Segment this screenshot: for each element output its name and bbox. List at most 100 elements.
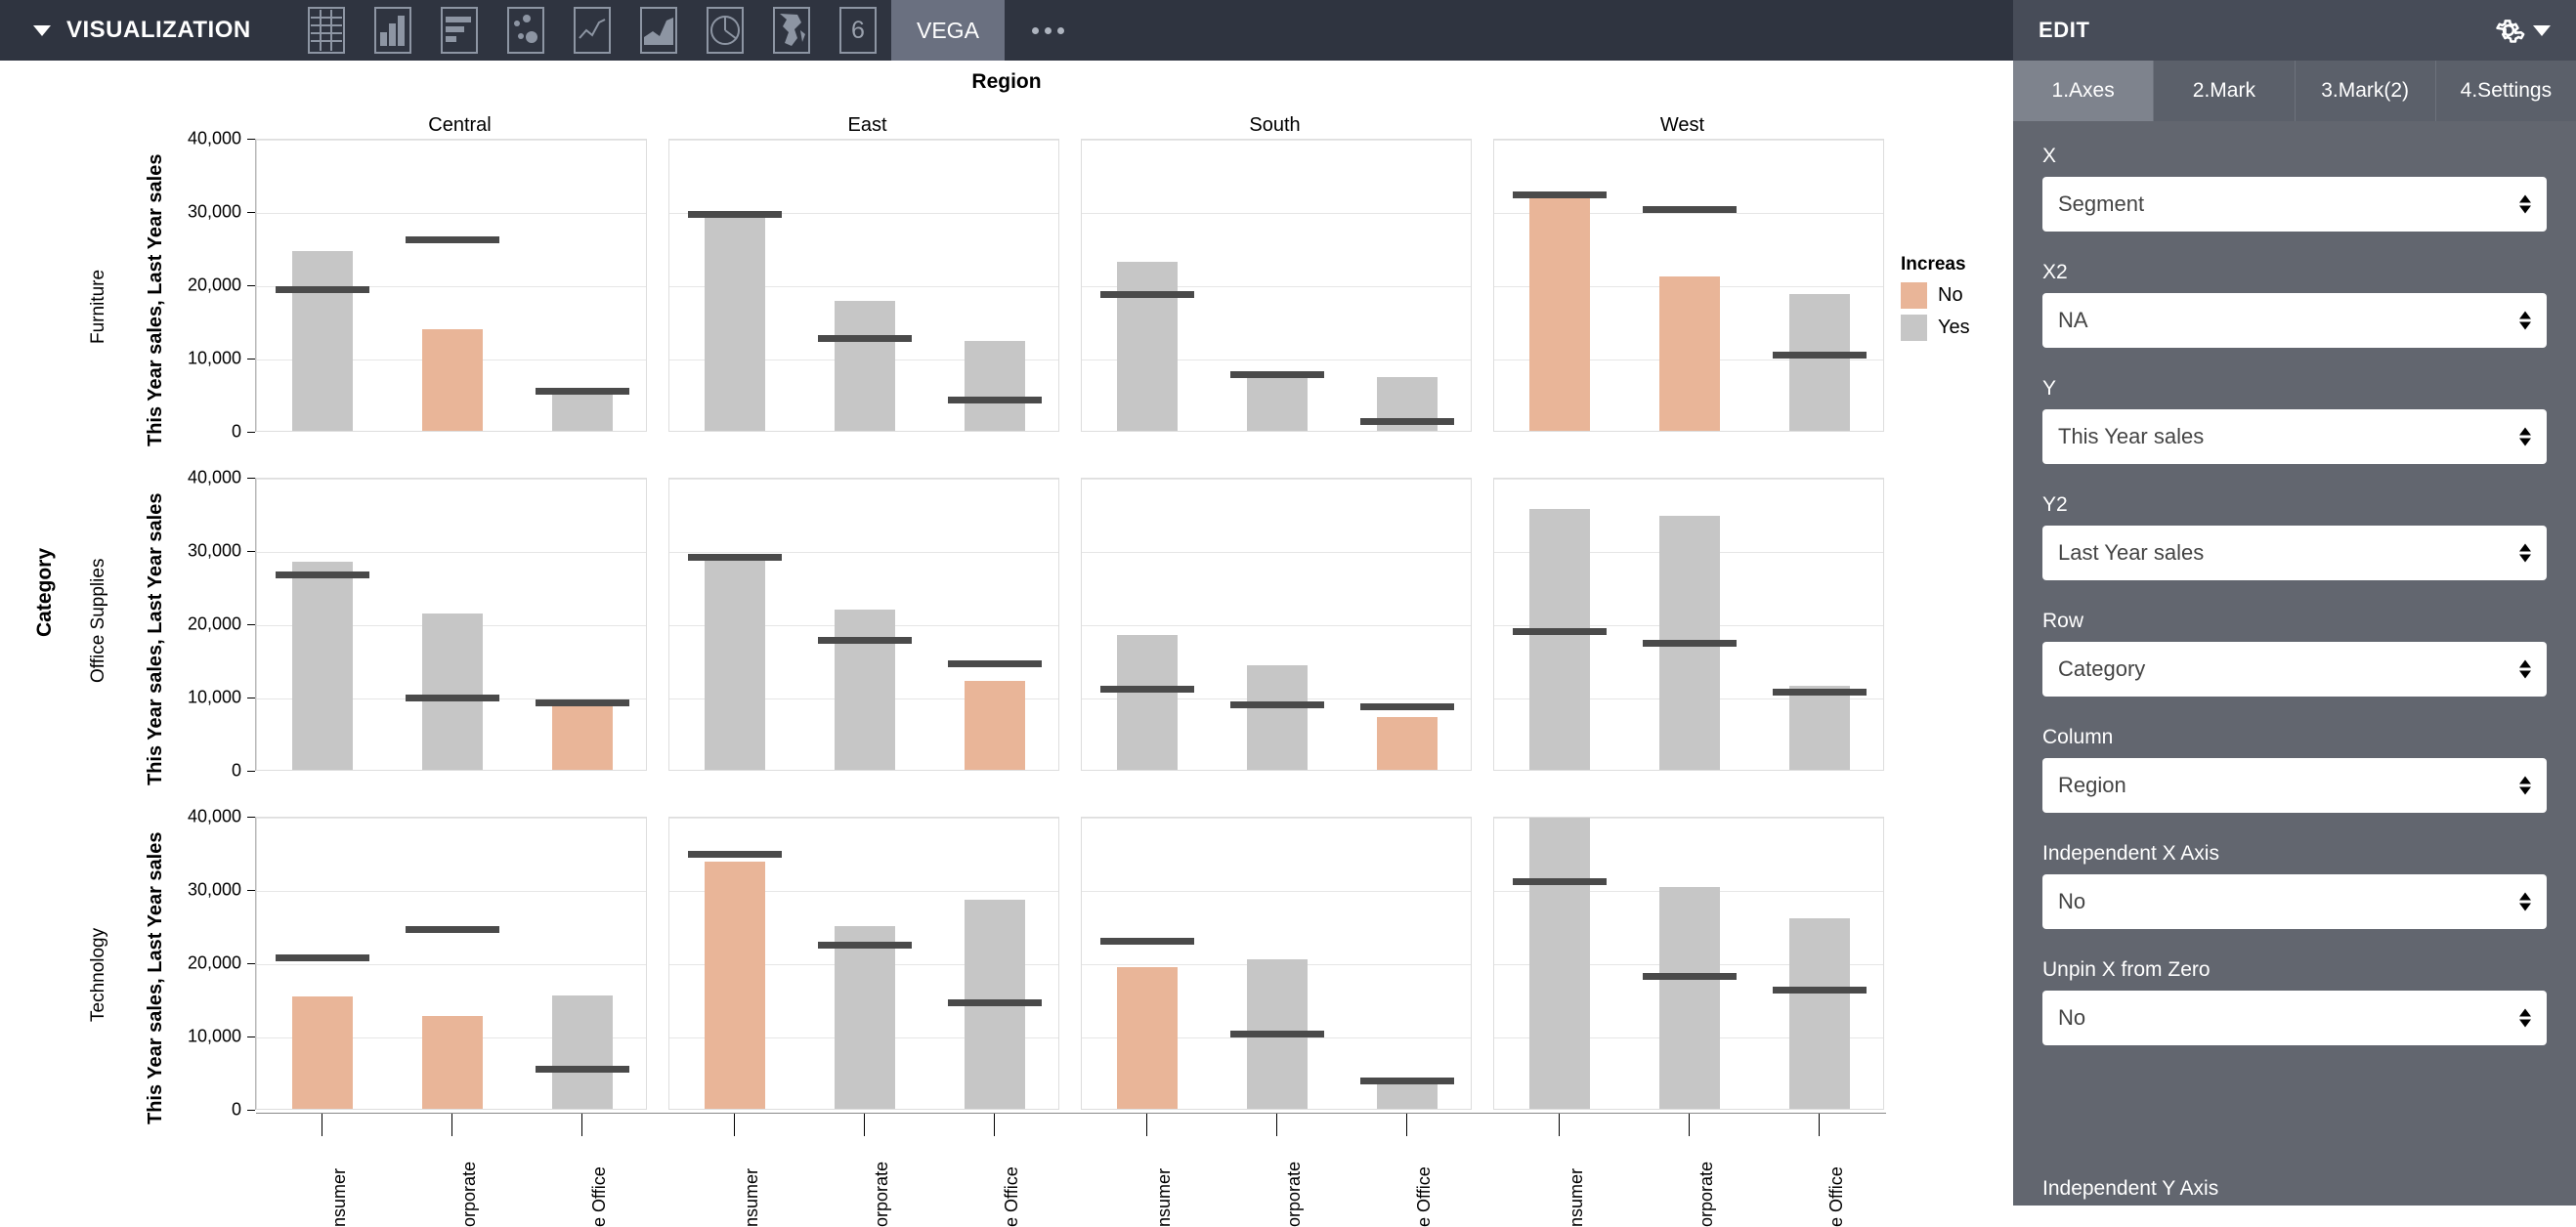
line-chart-icon[interactable] [559, 0, 625, 61]
bar-mark[interactable] [704, 214, 765, 431]
bar-mark[interactable] [1659, 886, 1720, 1109]
edit-tab-4settings[interactable]: 4.Settings [2436, 61, 2576, 121]
edit-tab-2mark[interactable]: 2.Mark [2154, 61, 2296, 121]
rule-mark[interactable] [1773, 351, 1868, 359]
rule-mark[interactable] [1230, 1031, 1324, 1038]
bar-mark[interactable] [1247, 664, 1308, 770]
rule-mark[interactable] [687, 210, 782, 218]
rule-mark[interactable] [818, 941, 912, 949]
bar-mark[interactable] [1789, 685, 1851, 770]
area-chart-icon[interactable] [625, 0, 692, 61]
rule-mark[interactable] [1099, 686, 1194, 694]
select-y2[interactable]: Last Year sales [2042, 526, 2547, 580]
rule-mark[interactable] [1360, 1078, 1455, 1085]
scatter-plot-icon[interactable] [493, 0, 559, 61]
horizontal-bar-chart-icon[interactable] [426, 0, 493, 61]
bar-mark[interactable] [704, 556, 765, 770]
bar-mark[interactable] [422, 1015, 483, 1109]
bar-mark[interactable] [291, 251, 353, 431]
legend-item[interactable]: Yes [1901, 315, 2013, 341]
rule-mark[interactable] [275, 286, 369, 293]
edit-tab-1axes[interactable]: 1.Axes [2013, 61, 2155, 121]
bar-mark[interactable] [1116, 635, 1178, 770]
rule-mark[interactable] [948, 397, 1043, 404]
visualization-collapse-toggle[interactable]: VISUALIZATION [0, 0, 293, 61]
bar-mark[interactable] [1789, 918, 1851, 1109]
rule-mark[interactable] [536, 698, 630, 706]
rule-mark[interactable] [1230, 371, 1324, 378]
bar-mark[interactable] [835, 300, 895, 431]
edit-tab-3mark2[interactable]: 3.Mark(2) [2296, 61, 2436, 121]
rule-mark[interactable] [275, 953, 369, 961]
bar-mark[interactable] [552, 701, 614, 770]
rule-mark[interactable] [406, 695, 499, 702]
bar-mark[interactable] [1528, 818, 1590, 1109]
rule-mark[interactable] [536, 1065, 630, 1073]
bar-mark[interactable] [835, 609, 895, 770]
select-independent-x-axis[interactable]: No [2042, 874, 2547, 929]
pie-chart-icon[interactable] [692, 0, 758, 61]
rule-mark[interactable] [1512, 628, 1607, 635]
rule-mark[interactable] [818, 637, 912, 644]
bar-mark[interactable] [1377, 717, 1438, 770]
x-axis-tick-mark [1689, 1113, 1690, 1136]
rule-mark[interactable] [1643, 973, 1737, 980]
select-unpin-x-from-zero[interactable]: No [2042, 991, 2547, 1045]
select-x[interactable]: Segment [2042, 177, 2547, 232]
bar-mark[interactable] [291, 995, 353, 1109]
select-row[interactable]: Category [2042, 642, 2547, 697]
select-y[interactable]: This Year sales [2042, 409, 2547, 464]
bar-mark[interactable] [1789, 293, 1851, 431]
bar-mark[interactable] [552, 994, 614, 1109]
select-value: Segment [2058, 191, 2145, 216]
rule-mark[interactable] [406, 236, 499, 243]
rule-mark[interactable] [687, 850, 782, 858]
rule-mark[interactable] [1099, 291, 1194, 299]
select-x2[interactable]: NA [2042, 293, 2547, 348]
rule-mark[interactable] [687, 553, 782, 561]
rule-mark[interactable] [1512, 877, 1607, 885]
rule-mark[interactable] [275, 571, 369, 578]
bar-mark[interactable] [422, 613, 483, 770]
table-icon[interactable] [293, 0, 360, 61]
more-options-icon[interactable] [1005, 0, 1093, 61]
map-icon[interactable] [758, 0, 825, 61]
six-icon[interactable]: 6 [825, 0, 891, 61]
bar-mark[interactable] [291, 562, 353, 770]
bar-mark[interactable] [1116, 261, 1178, 431]
bar-mark[interactable] [1528, 509, 1590, 770]
rule-mark[interactable] [1773, 688, 1868, 696]
rule-mark[interactable] [1512, 191, 1607, 199]
rule-mark[interactable] [948, 660, 1043, 667]
bar-mark[interactable] [1528, 196, 1590, 431]
y-axis-tick-label: 40,000 [187, 128, 241, 148]
bar-mark[interactable] [1247, 374, 1308, 431]
rule-mark[interactable] [1099, 938, 1194, 945]
settings-menu-button[interactable] [2492, 14, 2551, 47]
rule-mark[interactable] [1360, 418, 1455, 425]
rule-mark[interactable] [1643, 206, 1737, 214]
rule-mark[interactable] [948, 999, 1043, 1006]
bar-mark[interactable] [1116, 966, 1178, 1109]
bar-chart-icon[interactable] [360, 0, 426, 61]
bar-mark[interactable] [704, 862, 765, 1109]
chevron-down-icon [33, 24, 51, 36]
rule-mark[interactable] [1360, 703, 1455, 711]
rule-mark[interactable] [406, 926, 499, 933]
bar-mark[interactable] [422, 328, 483, 431]
bar-mark[interactable] [835, 926, 895, 1109]
bar-mark[interactable] [965, 340, 1026, 431]
bar-mark[interactable] [1659, 275, 1720, 431]
updown-arrows-icon [2519, 892, 2531, 911]
bar-mark[interactable] [965, 681, 1026, 770]
chevron-down-icon [2533, 24, 2551, 36]
rule-mark[interactable] [1773, 986, 1868, 994]
rule-mark[interactable] [536, 388, 630, 396]
legend-item[interactable]: No [1901, 282, 2013, 309]
select-column[interactable]: Region [2042, 758, 2547, 813]
legend-entries: No Yes [1901, 282, 2013, 341]
rule-mark[interactable] [818, 335, 912, 343]
rule-mark[interactable] [1230, 701, 1324, 708]
rule-mark[interactable] [1643, 640, 1737, 647]
tab-vega[interactable]: VEGA [891, 0, 1005, 61]
